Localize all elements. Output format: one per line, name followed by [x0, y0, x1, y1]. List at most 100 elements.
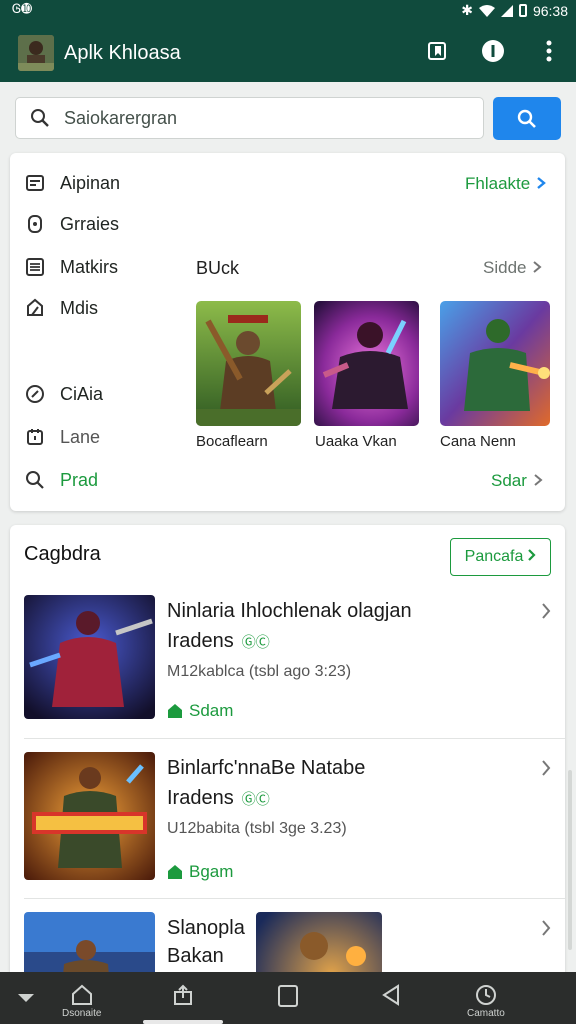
list-item-title-line2: Bakan	[167, 945, 224, 967]
chevron-right-icon[interactable]	[541, 603, 551, 624]
list-item-tag-label: Sdam	[189, 701, 234, 720]
puzzle-icon	[24, 297, 46, 319]
row-divider	[24, 898, 565, 899]
home-icon	[168, 865, 182, 879]
row-divider	[24, 738, 565, 739]
category-menu-card: Aipinan Grraies Matkirs Mdis CiAia Lane …	[10, 153, 565, 511]
list-item-badge: ⒼⒸ	[241, 791, 270, 807]
home-icon	[71, 984, 92, 1005]
game-tile-1[interactable]	[314, 301, 419, 426]
game-art-image	[440, 301, 550, 426]
menu-item-3[interactable]: Mdis	[24, 294, 98, 322]
chevron-down-icon	[18, 994, 34, 1002]
back-icon	[382, 984, 399, 1006]
status-time: 96:38	[532, 2, 568, 19]
status-left-text: Ꮆ➓	[12, 2, 33, 17]
more-vert-icon[interactable]	[536, 38, 562, 64]
nav-recents[interactable]	[277, 984, 299, 1008]
app-bar: Aplk Khloasa	[0, 26, 576, 80]
menu-item-0[interactable]: Aipinan	[24, 169, 120, 197]
info-icon[interactable]	[480, 38, 506, 64]
list-action-label: Pancafa	[464, 548, 524, 565]
nav-home[interactable]: Dsonaite	[62, 984, 101, 1019]
chevron-right-icon[interactable]	[541, 920, 551, 941]
chevron-right-icon	[532, 258, 543, 278]
list-item[interactable]: Binlarfc'nnaBe Natabe Iradens ⒼⒸ U12babit…	[10, 752, 565, 892]
square-icon	[278, 985, 298, 1007]
menu-item-5[interactable]: Lane	[24, 423, 100, 451]
menu-item-label: Mdis	[60, 297, 99, 318]
calendar-icon	[24, 426, 46, 448]
list-item-tag: Bgam	[167, 862, 233, 882]
news-icon	[24, 172, 46, 194]
controller-icon	[24, 213, 46, 235]
list-item-title-line2: Iradens	[167, 787, 234, 809]
wifi-icon	[478, 4, 495, 17]
chevron-right-icon[interactable]	[541, 760, 551, 781]
scrollbar[interactable]	[568, 770, 572, 950]
app-logo[interactable]	[18, 35, 54, 71]
search-placeholder: Saiokarergran	[64, 107, 178, 128]
list-item-title-line1: Ninlaria Ihlochlenak olagjan	[167, 600, 412, 622]
menu-item-4[interactable]: CiAia	[24, 380, 103, 408]
list-title: Cagbdra	[24, 543, 101, 565]
section-link-label: Sidde	[483, 258, 527, 277]
bottom-link[interactable]: Sdar	[491, 471, 543, 491]
clock-icon	[475, 985, 496, 1005]
game-art-image	[314, 301, 419, 426]
search-input[interactable]: Saiokarergran	[15, 97, 484, 139]
list-item-tag-label: Bgam	[189, 862, 234, 881]
list-item-subtitle: U12babita (tsbl 3ge 3.23)	[167, 820, 347, 837]
app-header: Ꮆ➓ ✱ 96:38 Aplk Khloasa	[0, 0, 576, 82]
search-icon	[517, 109, 536, 128]
menu-item-label: Grraies	[60, 213, 120, 234]
nav-collapse[interactable]	[16, 992, 36, 1004]
tile-caption: Uaaka Vkan	[315, 433, 397, 450]
nav-clock[interactable]: Camatto	[467, 984, 505, 1019]
game-thumbnail	[24, 752, 155, 880]
nav-back[interactable]	[380, 984, 402, 1006]
menu-item-1[interactable]: Grraies	[24, 210, 119, 238]
list-item-title-line2: Iradens	[167, 630, 234, 652]
list-item-title-line1: Binlarfc'nnaBe Natabe	[167, 757, 366, 779]
list-item-title-2: Iradens ⒼⒸ	[167, 627, 270, 657]
top-link-label: Fhlaakte	[465, 174, 531, 193]
nav-share[interactable]	[172, 984, 194, 1006]
tile-caption: Bocaflearn	[196, 433, 268, 450]
game-list-card: Cagbdra Pancafa Ninlaria Ihlochlenak ola…	[10, 525, 565, 985]
menu-item-2[interactable]: Matkirs	[24, 253, 118, 281]
menu-item-label: Lane	[60, 426, 101, 447]
menu-item-label: Aipinan	[60, 172, 121, 193]
list-item-title: Binlarfc'nnaBe Natabe	[167, 754, 365, 783]
bottom-link-label: Sdar	[491, 471, 527, 490]
search-bar: Saiokarergran	[15, 97, 561, 141]
chevron-right-icon	[536, 174, 547, 194]
home-icon	[168, 704, 182, 718]
game-tile-2[interactable]	[440, 301, 550, 426]
signal-icon	[500, 4, 513, 17]
list-item-title-line1: Slanopla	[167, 917, 245, 939]
badge-icon	[24, 383, 46, 405]
bookmark-icon[interactable]	[424, 38, 450, 64]
chevron-right-icon	[533, 471, 543, 491]
menu-item-label: Matkirs	[60, 256, 118, 277]
menu-item-label: Prad	[60, 469, 99, 490]
game-thumbnail	[24, 595, 155, 719]
section-link[interactable]: Sidde	[483, 258, 543, 278]
top-link[interactable]: Fhlaakte	[465, 174, 547, 194]
menu-item-label: CiAia	[60, 383, 104, 404]
list-item-badge: ⒼⒸ	[241, 634, 270, 650]
list-item[interactable]: Ninlaria Ihlochlenak olagjan Iradens ⒼⒸ M…	[10, 595, 565, 735]
game-tile-0[interactable]	[196, 301, 301, 426]
nav-label: Camatto	[467, 1008, 505, 1019]
search-button[interactable]	[493, 97, 561, 140]
list-item-subtitle: M12kablca (tsbl ago 3:23)	[167, 663, 352, 680]
list-item-tag: Sdam	[167, 701, 233, 721]
nav-label: Dsonaite	[62, 1008, 102, 1019]
list-action-button[interactable]: Pancafa	[450, 538, 551, 576]
bluetooth-icon: ✱	[461, 2, 473, 18]
search-icon	[24, 469, 46, 491]
game-art-image	[196, 301, 301, 426]
chevron-right-icon	[527, 548, 536, 566]
menu-item-6[interactable]: Prad	[24, 466, 98, 494]
